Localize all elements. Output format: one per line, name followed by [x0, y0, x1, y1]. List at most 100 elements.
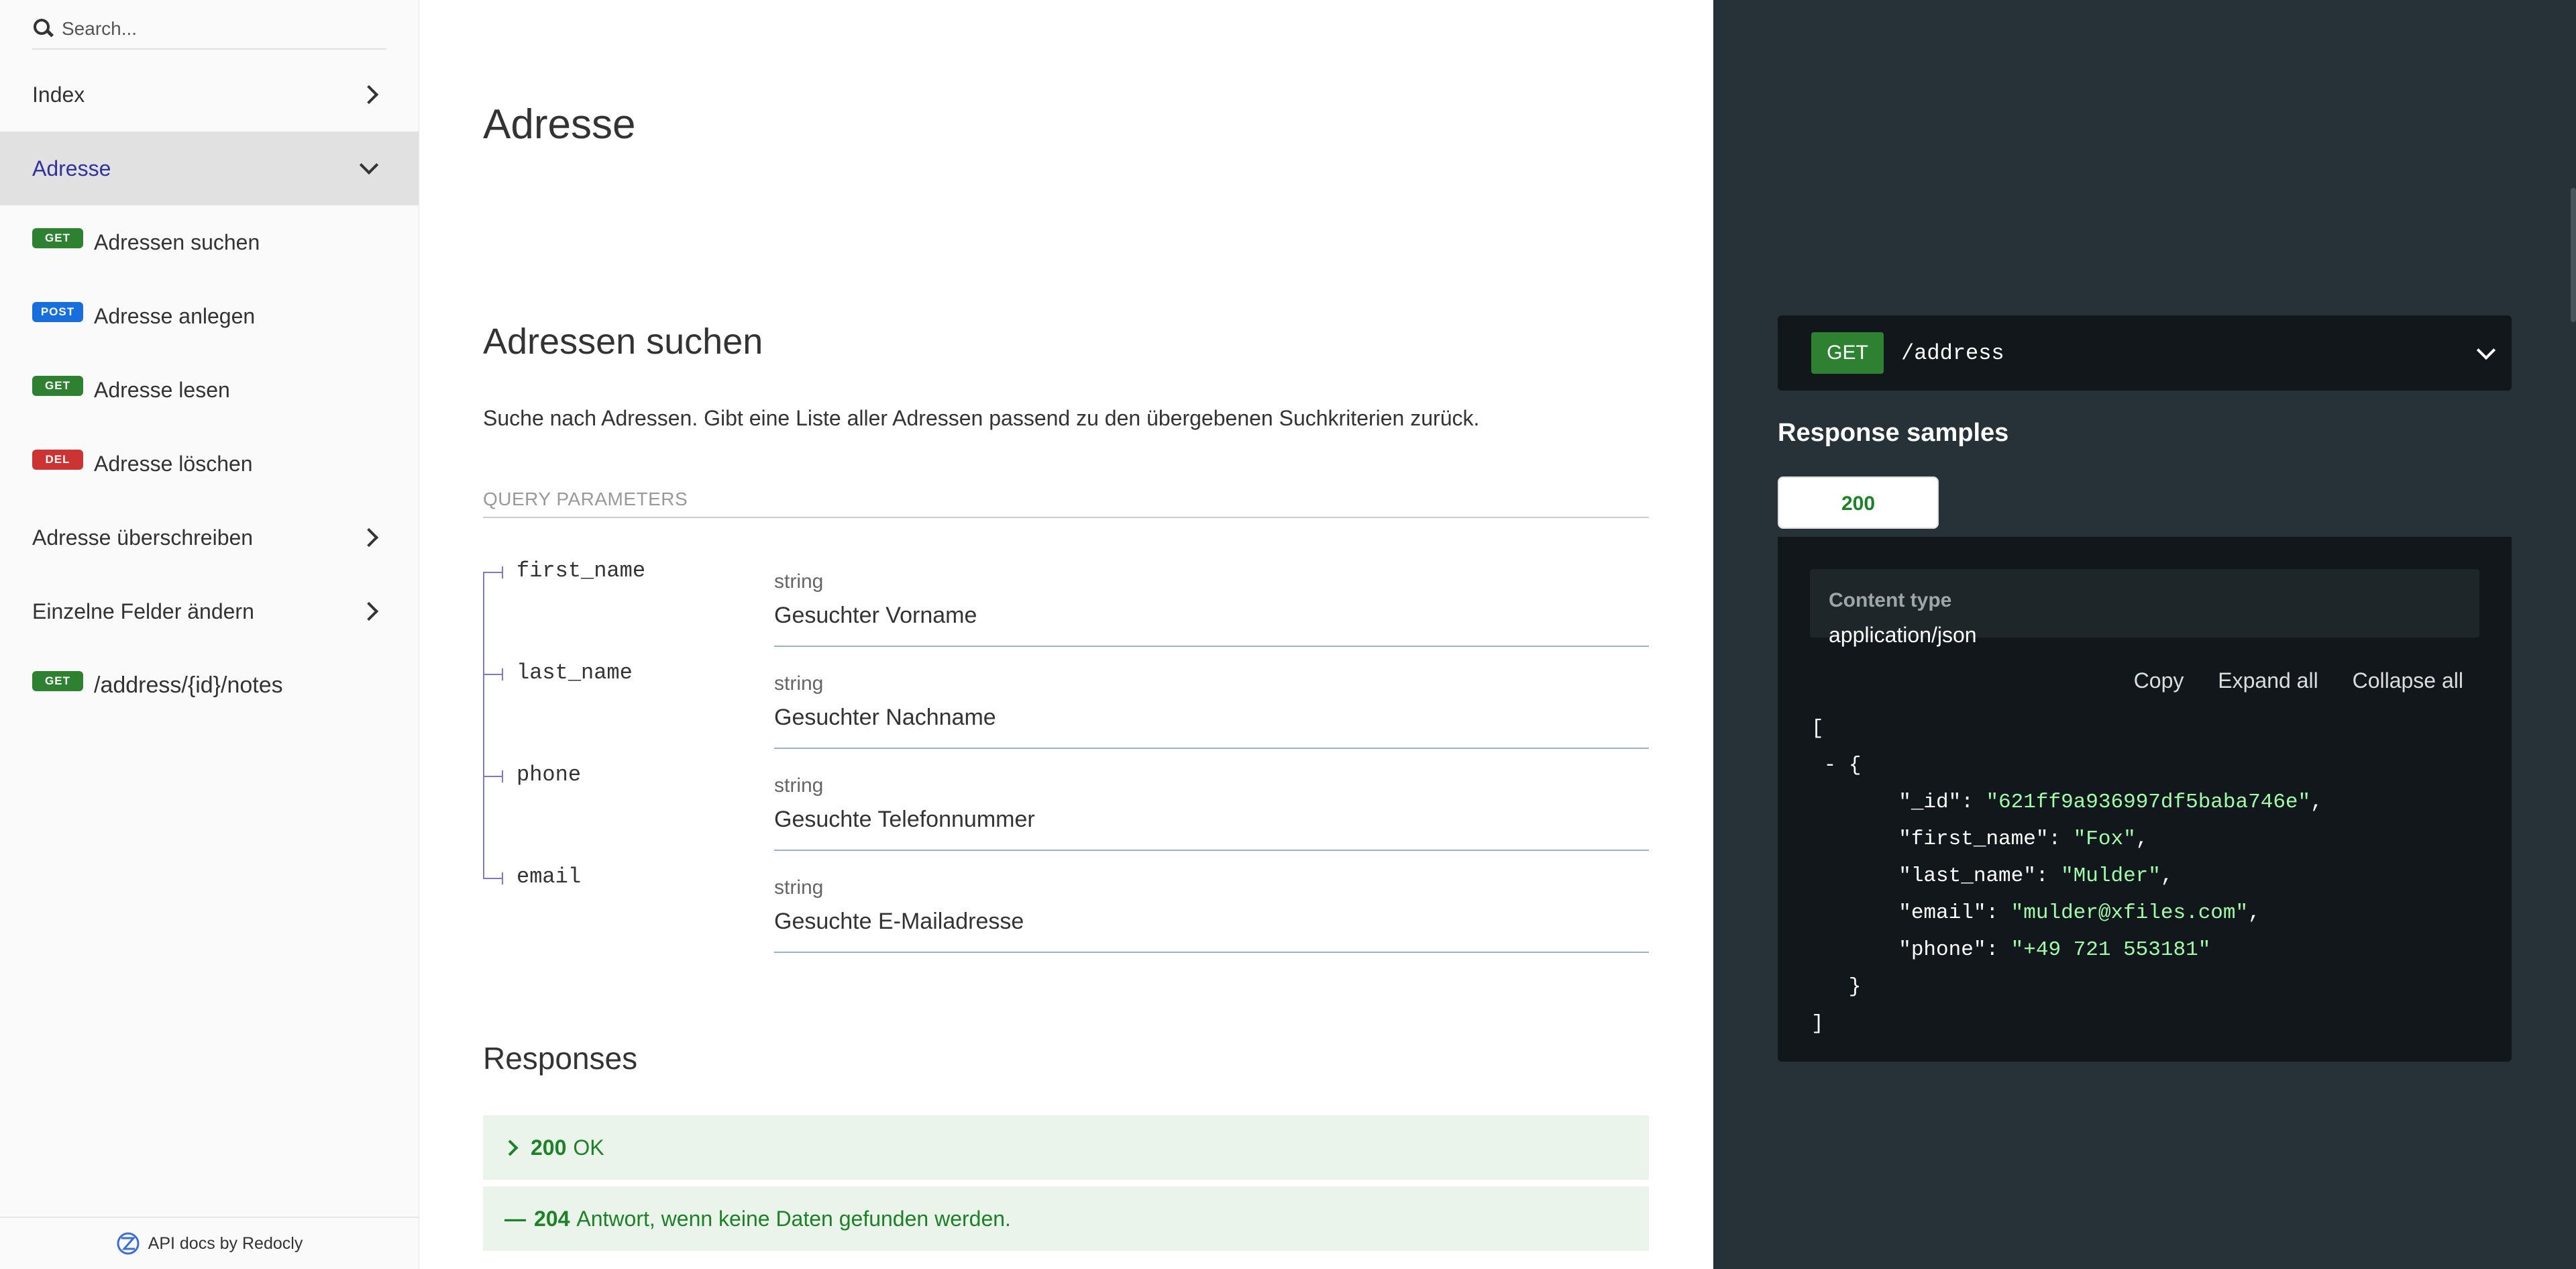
- sidebar: Index Adresse GET Adressen suchen POST A…: [0, 0, 419, 1269]
- json-value-first-name: "Fox": [2073, 827, 2136, 851]
- sidebar-item-label: Adresse: [32, 156, 111, 181]
- chevron-right-icon: [359, 527, 379, 548]
- json-value-phone: "+49 721 553181": [2010, 938, 2211, 962]
- param-row: phone string Gesuchte Telefonnummer: [483, 749, 1649, 851]
- sidebar-item-adresse-anlegen[interactable]: POST Adresse anlegen: [0, 279, 419, 353]
- tree-tick: [483, 566, 503, 578]
- param-name: email: [517, 864, 582, 889]
- param-name: first_name: [517, 558, 646, 583]
- redocly-footer-link[interactable]: API docs by Redocly: [0, 1217, 419, 1269]
- json-sample: [ - { "_id": "621ff9a936997df5baba746e",…: [1811, 717, 2323, 1035]
- sidebar-item-adresse[interactable]: Adresse: [0, 132, 419, 205]
- param-row: first_name string Gesuchter Vorname: [483, 545, 1649, 647]
- param-detail: string Gesuchter Nachname: [774, 663, 1649, 749]
- sidebar-item-label: Adresse lesen: [94, 377, 230, 402]
- post-method-badge: POST: [32, 302, 83, 322]
- main-content: Adresse Adressen suchen Suche nach Adres…: [419, 0, 1713, 1269]
- json-value-last-name: "Mulder": [2061, 864, 2161, 888]
- response-code: 200: [531, 1135, 567, 1160]
- response-text: OK: [573, 1135, 604, 1160]
- redocly-logo-icon: [117, 1232, 140, 1255]
- param-description: Gesuchter Nachname: [774, 705, 996, 730]
- param-name: phone: [517, 762, 582, 787]
- response-samples-heading: Response samples: [1778, 419, 2009, 447]
- param-detail: string Gesuchte E-Mailadresse: [774, 867, 1649, 953]
- sidebar-item-einzelne-felder[interactable]: Einzelne Felder ändern: [0, 574, 419, 648]
- collapse-all-button[interactable]: Collapse all: [2353, 668, 2463, 693]
- chevron-right-icon: [502, 1139, 519, 1156]
- content-type-box: Content type application/json: [1810, 569, 2479, 647]
- operation-description: Suche nach Adressen. Gibt eine Liste all…: [483, 406, 1480, 430]
- tree-line: [483, 647, 484, 749]
- tree-tick: [483, 770, 503, 782]
- copy-button[interactable]: Copy: [2134, 668, 2184, 693]
- param-description: Gesuchte E-Mailadresse: [774, 909, 1024, 934]
- http-method-badge: GET: [1811, 332, 1884, 374]
- sample-actions: Copy Expand all Collapse all: [2106, 668, 2463, 693]
- tree-line: [483, 851, 484, 879]
- dash-icon: —: [504, 1206, 526, 1231]
- responses-heading: Responses: [483, 1041, 638, 1076]
- footer-text: API docs by Redocly: [148, 1233, 303, 1253]
- sidebar-item-adresse-lesen[interactable]: GET Adresse lesen: [0, 353, 419, 427]
- collapse-toggle[interactable]: -: [1824, 754, 1837, 777]
- get-method-badge: GET: [32, 228, 83, 248]
- response-200-toggle[interactable]: 200 OK: [483, 1115, 1649, 1180]
- param-name: last_name: [517, 660, 633, 685]
- sidebar-item-label: Adresse überschreiben: [32, 525, 254, 550]
- response-sample-panel: Content type application/json Copy Expan…: [1778, 537, 2512, 1062]
- sidebar-item-adresse-ueberschreiben[interactable]: Adresse überschreiben: [0, 501, 419, 574]
- sidebar-item-notes[interactable]: GET /address/{id}/notes: [0, 648, 419, 722]
- query-parameters-heading: QUERY PARAMETERS: [483, 489, 1649, 518]
- search-input[interactable]: [60, 17, 378, 40]
- tree-tick: [483, 668, 503, 680]
- operation-title: Adressen suchen: [483, 321, 763, 362]
- delete-method-badge: DEL: [32, 450, 83, 470]
- param-type: string: [774, 774, 824, 797]
- sidebar-item-label: Einzelne Felder ändern: [32, 599, 254, 623]
- param-row: last_name string Gesuchter Nachname: [483, 647, 1649, 749]
- search-icon: [32, 17, 55, 40]
- get-method-badge: GET: [32, 671, 83, 691]
- tree-tick: [483, 872, 503, 884]
- expand-all-button[interactable]: Expand all: [2218, 668, 2318, 693]
- param-type: string: [774, 876, 824, 899]
- chevron-down-icon: [359, 155, 379, 175]
- param-type: string: [774, 672, 824, 695]
- sidebar-item-label: Adresse anlegen: [94, 303, 256, 328]
- query-parameters-list: first_name string Gesuchter Vorname last…: [483, 545, 1649, 953]
- sidebar-item-label: Adresse löschen: [94, 451, 253, 476]
- chevron-right-icon: [359, 601, 379, 621]
- scrollbar-thumb[interactable]: [2571, 188, 2576, 322]
- json-value-email: "mulder@xfiles.com": [2010, 901, 2249, 925]
- content-type-label: Content type: [1829, 589, 1952, 611]
- tree-line: [483, 749, 484, 851]
- get-method-badge: GET: [32, 376, 83, 396]
- sidebar-item-adressen-suchen[interactable]: GET Adressen suchen: [0, 205, 419, 279]
- content-type-value: application/json: [1829, 623, 1977, 647]
- param-description: Gesuchte Telefonnummer: [774, 807, 1035, 832]
- json-value-id: "621ff9a936997df5baba746e": [1986, 791, 2311, 814]
- chevron-right-icon: [359, 85, 379, 105]
- endpoint-toggle[interactable]: GET /address: [1778, 315, 2512, 391]
- response-code: 204: [534, 1206, 570, 1231]
- endpoint-path: /address: [1901, 340, 2004, 366]
- sidebar-nav: Index Adresse GET Adressen suchen POST A…: [0, 58, 419, 722]
- sidebar-item-adresse-loeschen[interactable]: DEL Adresse löschen: [0, 427, 419, 501]
- response-text: Antwort, wenn keine Daten gefunden werde…: [576, 1206, 1011, 1231]
- sidebar-item-label: Index: [32, 82, 85, 107]
- param-detail: string Gesuchter Vorname: [774, 561, 1649, 647]
- tab-200[interactable]: 200: [1778, 476, 1939, 529]
- param-detail: string Gesuchte Telefonnummer: [774, 765, 1649, 851]
- right-panel: GET /address Response samples 200 Conten…: [1713, 0, 2576, 1269]
- tree-line: [483, 572, 484, 647]
- page-title: Adresse: [483, 101, 636, 148]
- response-204-row: — 204 Antwort, wenn keine Daten gefunden…: [483, 1186, 1649, 1251]
- sidebar-item-label: Adressen suchen: [94, 230, 260, 254]
- sidebar-item-label: /address/{id}/notes: [94, 672, 283, 698]
- chevron-down-icon: [2476, 340, 2496, 360]
- param-row: email string Gesuchte E-Mailadresse: [483, 851, 1649, 953]
- search-box: [32, 9, 386, 50]
- sidebar-item-index[interactable]: Index: [0, 58, 419, 132]
- param-description: Gesuchter Vorname: [774, 603, 977, 628]
